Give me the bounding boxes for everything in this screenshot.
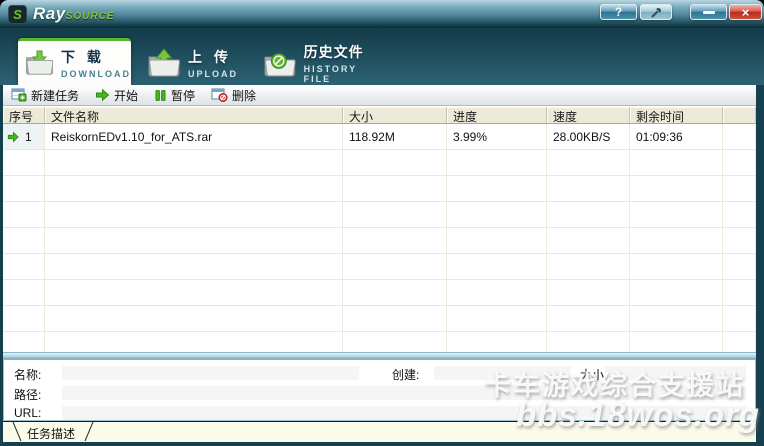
settings-button[interactable] bbox=[640, 4, 672, 20]
pause-icon bbox=[154, 89, 167, 102]
minimize-button[interactable] bbox=[690, 4, 727, 20]
empty-row bbox=[3, 254, 756, 280]
column-header-speed[interactable]: 速度 bbox=[547, 107, 630, 123]
start-label: 开始 bbox=[114, 87, 138, 104]
task-toolbar: 新建任务 开始 暂停 bbox=[3, 85, 756, 106]
empty-row bbox=[3, 150, 756, 176]
name-label: 名称: bbox=[14, 366, 41, 383]
task-details-panel: 名称: 创建: 大小: 路径: URL: bbox=[3, 358, 756, 421]
minimize-icon bbox=[703, 11, 715, 14]
upload-folder-icon bbox=[146, 48, 182, 78]
empty-row bbox=[3, 280, 756, 306]
tab-task-description[interactable]: 任务描述 bbox=[11, 422, 95, 442]
delete-label: 删除 bbox=[232, 87, 256, 104]
download-folder-icon bbox=[24, 48, 55, 78]
task-no: 1 bbox=[25, 130, 32, 144]
help-icon: ? bbox=[615, 5, 622, 19]
task-filename-cell: ReiskornEDv1.10_for_ATS.rar bbox=[45, 124, 343, 150]
empty-row bbox=[3, 176, 756, 202]
titlebar: S RaySOURCE ? × bbox=[0, 0, 764, 28]
raysource-window: S RaySOURCE ? × 下 载 DOWNLOAD bbox=[0, 0, 764, 446]
start-button[interactable]: 开始 bbox=[95, 87, 138, 104]
task-speed-cell: 28.00KB/S bbox=[547, 124, 630, 150]
close-button[interactable]: × bbox=[729, 4, 762, 20]
table-body: 1 ReiskornEDv1.10_for_ATS.rar 118.92M 3.… bbox=[3, 124, 756, 352]
column-header-spacer bbox=[723, 107, 756, 123]
new-task-label: 新建任务 bbox=[31, 87, 79, 104]
task-size-cell: 118.92M bbox=[343, 124, 447, 150]
column-header-remaining[interactable]: 剩余时间 bbox=[630, 107, 723, 123]
new-task-icon bbox=[11, 88, 27, 102]
new-task-button[interactable]: 新建任务 bbox=[11, 87, 79, 104]
column-header-size[interactable]: 大小 bbox=[343, 107, 447, 123]
brand-suffix: SOURCE bbox=[66, 11, 115, 22]
delete-button[interactable]: 删除 bbox=[211, 87, 256, 104]
created-label: 创建: bbox=[392, 366, 419, 383]
url-label: URL: bbox=[14, 406, 41, 420]
empty-row bbox=[3, 306, 756, 332]
column-header-filename[interactable]: 文件名称 bbox=[45, 107, 343, 123]
brand-name: RaySOURCE bbox=[33, 4, 114, 24]
column-header-no[interactable]: 序号 bbox=[3, 107, 45, 123]
app-logo: S RaySOURCE bbox=[8, 4, 114, 24]
empty-row bbox=[3, 228, 756, 254]
download-task-row[interactable]: 1 ReiskornEDv1.10_for_ATS.rar 118.92M 3.… bbox=[3, 124, 756, 150]
tab-history-sublabel: HISTORY FILE bbox=[304, 64, 388, 84]
wrench-icon bbox=[650, 6, 663, 19]
column-header-progress[interactable]: 进度 bbox=[447, 107, 547, 123]
bottom-tabstrip: 任务描述 bbox=[3, 421, 756, 442]
tab-download[interactable]: 下 载 DOWNLOAD bbox=[18, 38, 131, 85]
empty-row bbox=[3, 202, 756, 228]
url-field bbox=[62, 406, 746, 420]
pause-label: 暂停 bbox=[171, 87, 195, 104]
delete-icon bbox=[211, 88, 228, 102]
empty-row bbox=[3, 332, 756, 352]
tab-history-file[interactable]: 历史文件 HISTORY FILE bbox=[258, 44, 388, 82]
size-field bbox=[605, 366, 746, 380]
close-icon: × bbox=[742, 5, 750, 20]
tab-upload-label: 上 传 bbox=[188, 47, 238, 67]
history-folder-icon bbox=[262, 48, 298, 78]
pause-button[interactable]: 暂停 bbox=[154, 87, 195, 104]
size-label: 大小: bbox=[580, 366, 607, 383]
name-field bbox=[62, 366, 359, 380]
downloading-arrow-icon bbox=[7, 131, 19, 143]
raysource-logo-icon: S bbox=[8, 5, 27, 24]
content-area: 新建任务 开始 暂停 bbox=[3, 85, 756, 442]
task-description-label: 任务描述 bbox=[27, 425, 75, 442]
task-remaining-cell: 01:09:36 bbox=[630, 124, 723, 150]
task-no-cell: 1 bbox=[3, 124, 45, 150]
tab-upload-sublabel: UPLOAD bbox=[188, 69, 238, 79]
help-button[interactable]: ? bbox=[600, 4, 637, 20]
task-progress-cell: 3.99% bbox=[447, 124, 547, 150]
task-spacer-cell bbox=[723, 124, 756, 150]
table-header: 序号 文件名称 大小 进度 速度 剩余时间 bbox=[3, 106, 756, 124]
path-field bbox=[62, 386, 746, 400]
tab-download-label: 下 载 bbox=[61, 47, 131, 67]
main-tabbar: 下 载 DOWNLOAD 上 传 UPLOAD bbox=[0, 28, 764, 85]
start-icon bbox=[95, 88, 110, 102]
tab-download-sublabel: DOWNLOAD bbox=[61, 69, 131, 79]
tab-upload[interactable]: 上 传 UPLOAD bbox=[142, 44, 254, 82]
created-field bbox=[434, 366, 571, 380]
tab-history-label: 历史文件 bbox=[304, 42, 388, 62]
path-label: 路径: bbox=[14, 386, 41, 403]
